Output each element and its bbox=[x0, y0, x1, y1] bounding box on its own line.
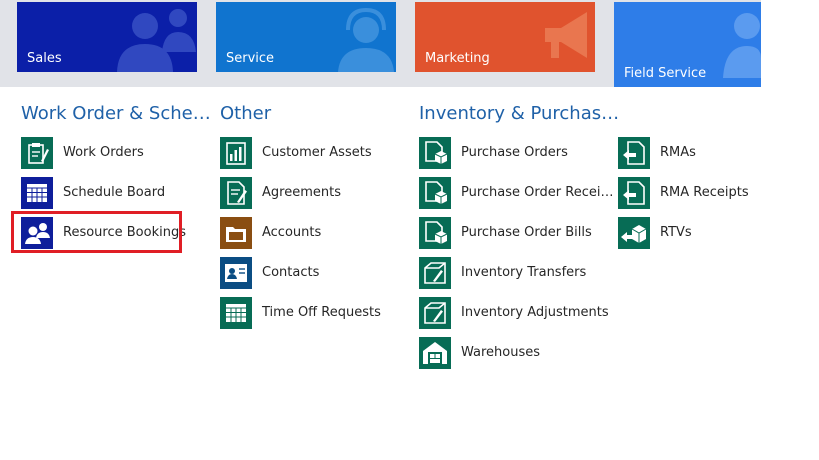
other-heading[interactable]: Other bbox=[220, 103, 271, 124]
highlight-box bbox=[11, 211, 182, 253]
asset-chart-icon bbox=[220, 137, 252, 169]
tile-sales[interactable]: Sales bbox=[17, 2, 197, 72]
work-order-heading[interactable]: Work Order & Sche… bbox=[21, 103, 211, 124]
purchase-doc-icon bbox=[419, 217, 451, 249]
nav-item-label: Purchase Order Bills bbox=[461, 225, 592, 240]
nav-item-label: Agreements bbox=[262, 185, 341, 200]
tile-marketing-label: Marketing bbox=[425, 51, 490, 66]
purchase-doc-icon bbox=[419, 137, 451, 169]
nav-item-label: Accounts bbox=[262, 225, 322, 240]
tile-service[interactable]: Service bbox=[216, 2, 396, 72]
nav-item-label: Inventory Transfers bbox=[461, 265, 587, 280]
box-pencil-icon bbox=[419, 257, 451, 289]
headset-agent-icon bbox=[338, 7, 394, 72]
nav-item-label: RTVs bbox=[660, 225, 692, 240]
nav-item-label: Contacts bbox=[262, 265, 320, 280]
tile-sales-label: Sales bbox=[27, 51, 62, 66]
warehouse-icon bbox=[419, 337, 451, 369]
tile-field-service-label: Field Service bbox=[624, 66, 707, 81]
return-box-icon bbox=[618, 217, 650, 249]
calendar-grid-icon bbox=[220, 297, 252, 329]
nav-item-label: Purchase Order Recei… bbox=[461, 185, 614, 200]
purchase-doc-icon bbox=[419, 177, 451, 209]
contact-card-icon bbox=[220, 257, 252, 289]
nav-item-label: Inventory Adjustments bbox=[461, 305, 609, 320]
nav-item-label: Time Off Requests bbox=[262, 305, 381, 320]
nav-item-label: Purchase Orders bbox=[461, 145, 568, 160]
agreement-icon bbox=[220, 177, 252, 209]
work-order-icon bbox=[21, 137, 53, 169]
people-icon bbox=[117, 9, 196, 72]
calendar-grid-icon bbox=[21, 177, 53, 209]
nav-item-label: Schedule Board bbox=[63, 185, 166, 200]
nav-item-label: Work Orders bbox=[63, 145, 144, 160]
tile-marketing[interactable]: Marketing bbox=[415, 2, 595, 72]
return-doc-icon bbox=[618, 177, 650, 209]
nav-item-label: Warehouses bbox=[461, 345, 541, 360]
folder-icon bbox=[220, 217, 252, 249]
inventory-heading[interactable]: Inventory & Purchas… bbox=[419, 103, 619, 124]
megaphone-icon bbox=[545, 12, 587, 58]
box-pencil-icon bbox=[419, 297, 451, 329]
tile-service-label: Service bbox=[226, 51, 275, 66]
return-doc-icon bbox=[618, 137, 650, 169]
tile-field-service[interactable]: Field Service bbox=[614, 2, 761, 87]
nav-item-label: RMA Receipts bbox=[660, 185, 749, 200]
nav-item-label: Customer Assets bbox=[262, 145, 372, 160]
nav-item-label: RMAs bbox=[660, 145, 696, 160]
technician-icon bbox=[723, 13, 761, 78]
